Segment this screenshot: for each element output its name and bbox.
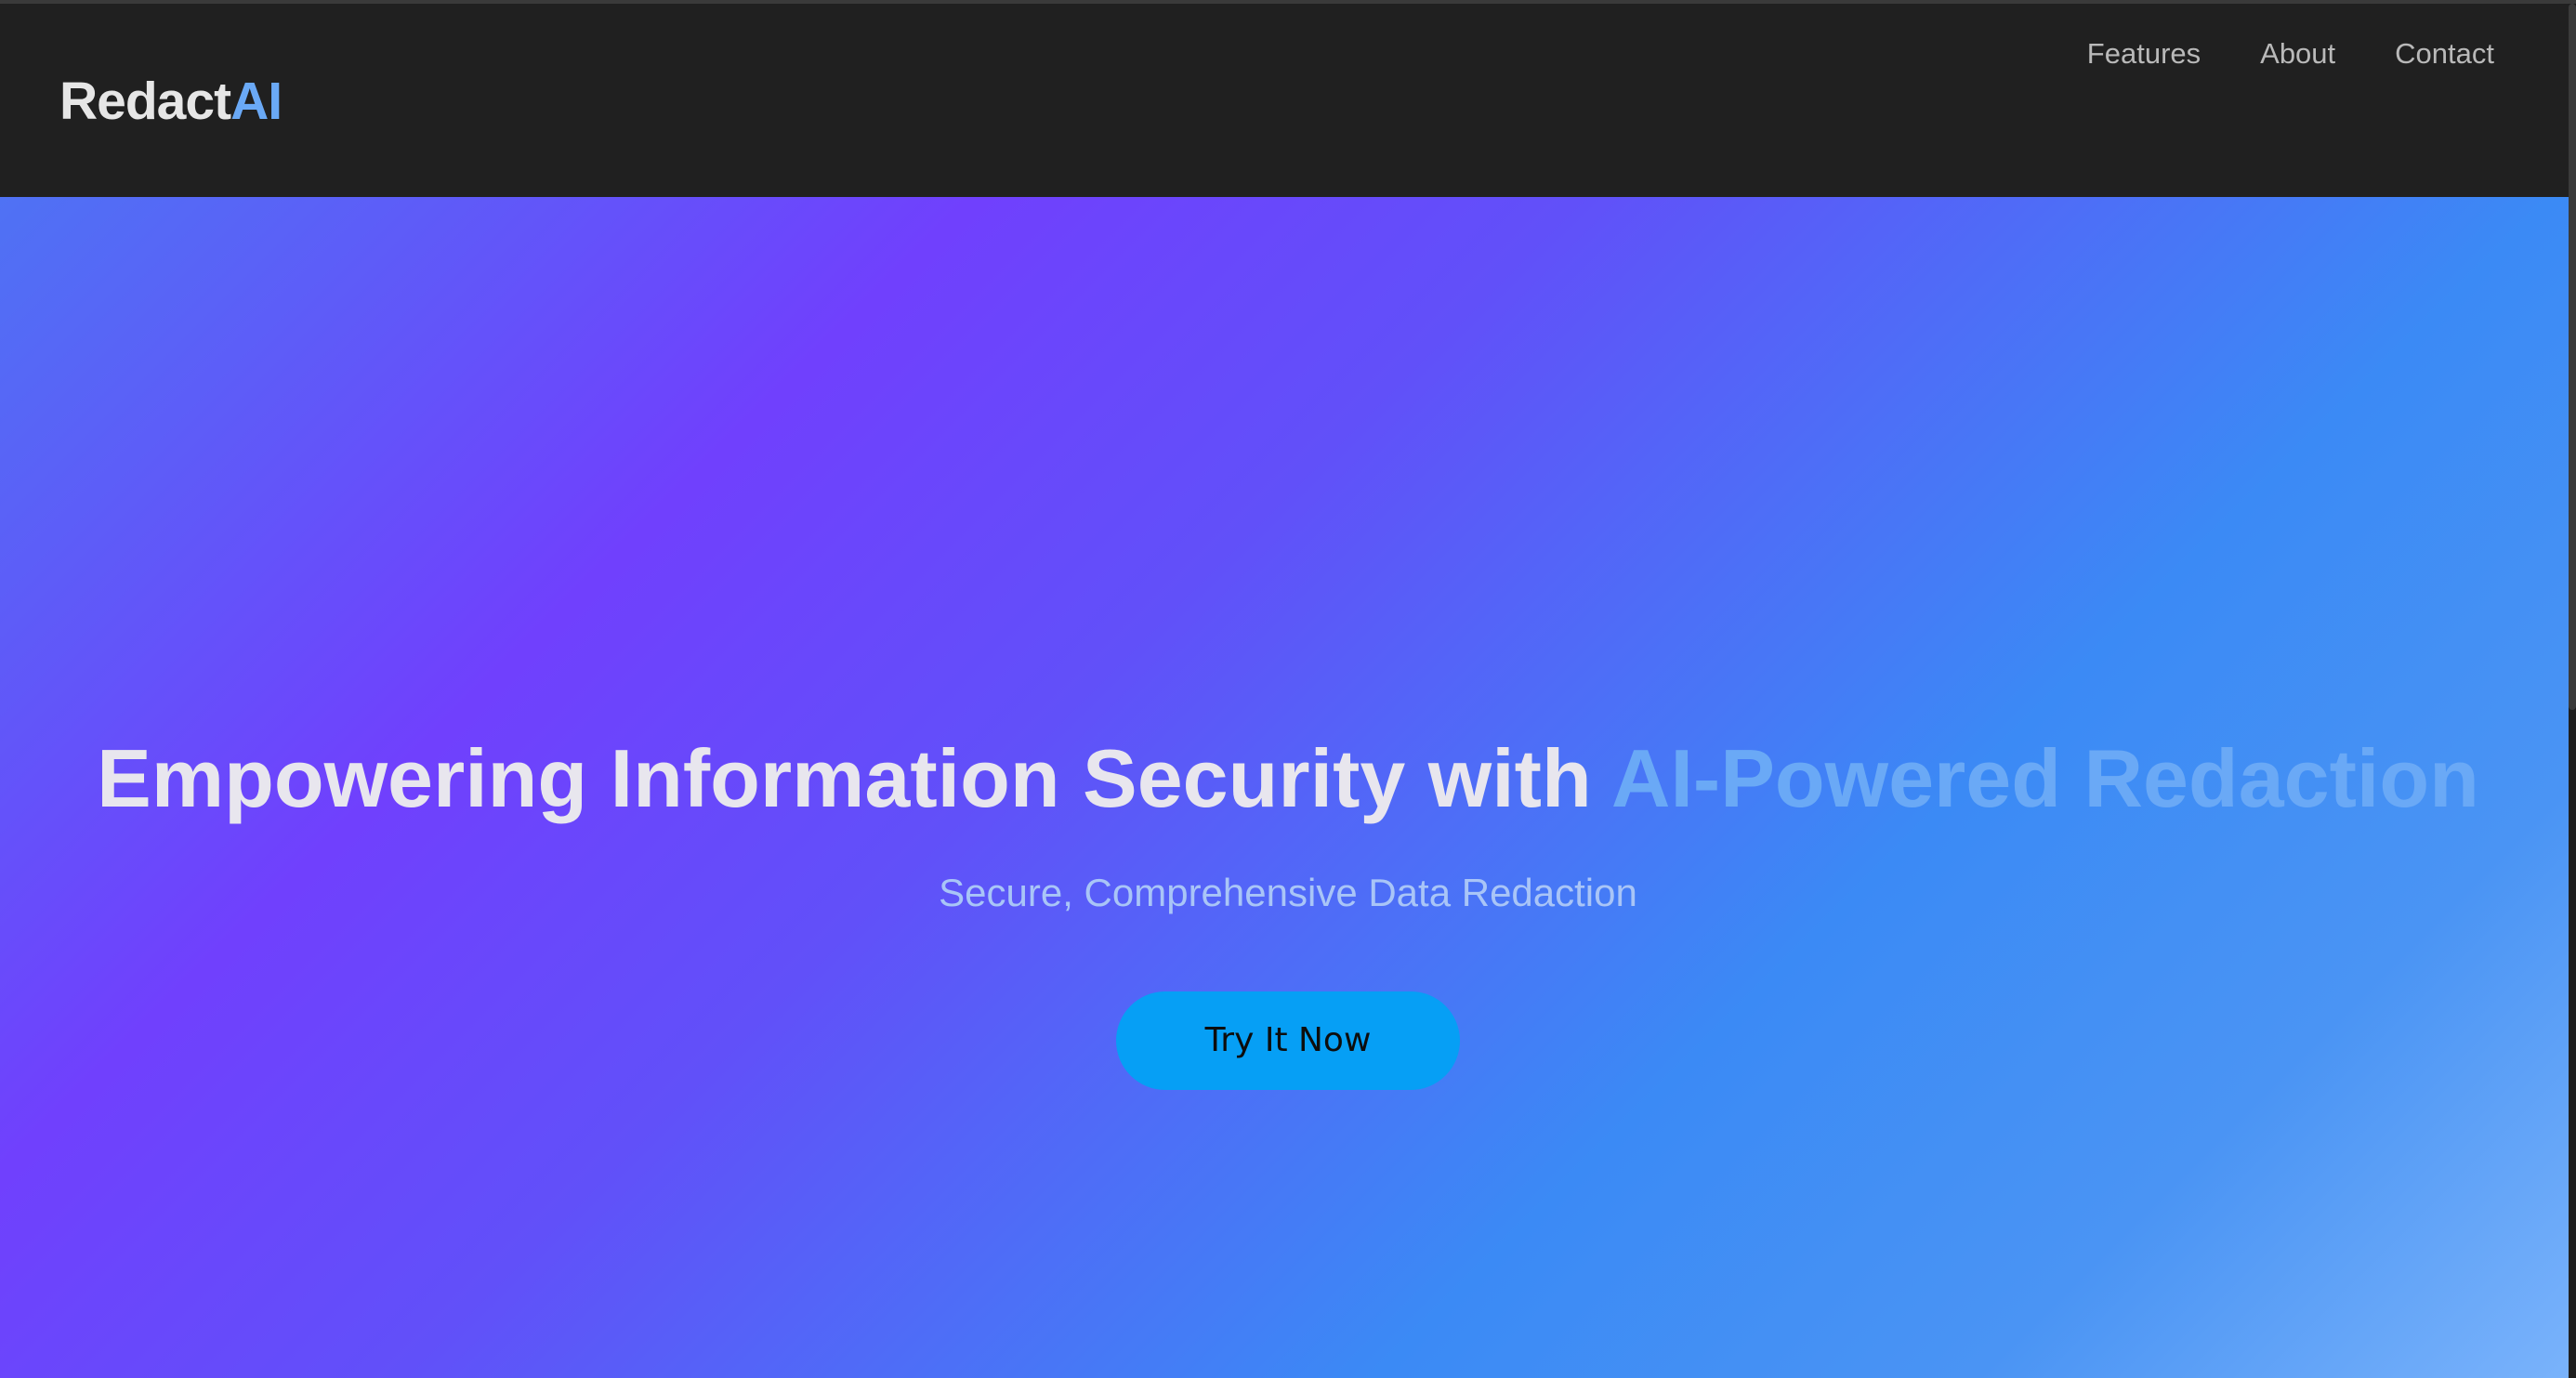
hero-content: Empowering Information Security with AI-… (0, 731, 2576, 1090)
nav-link-about[interactable]: About (2260, 37, 2335, 71)
scrollbar-thumb[interactable] (2569, 4, 2576, 710)
hero-headline: Empowering Information Security with AI-… (0, 731, 2576, 826)
brand-accent: AI (230, 72, 283, 131)
nav-link-features[interactable]: Features (2087, 37, 2201, 71)
nav-link-contact[interactable]: Contact (2395, 37, 2494, 71)
try-it-now-button[interactable]: Try It Now (1116, 991, 1460, 1090)
hero-subtitle: Secure, Comprehensive Data Redaction (939, 871, 1637, 914)
brand-logo[interactable]: RedactAI (59, 71, 283, 132)
headline-main: Empowering Information Security with (97, 732, 1611, 824)
brand-name: Redact (59, 72, 231, 131)
headline-accent: AI-Powered Redaction (1610, 732, 2479, 824)
navbar: RedactAI Features About Contact (0, 4, 2576, 197)
hero-section: Empowering Information Security with AI-… (0, 197, 2576, 1378)
main-nav: Features About Contact (2087, 37, 2494, 71)
